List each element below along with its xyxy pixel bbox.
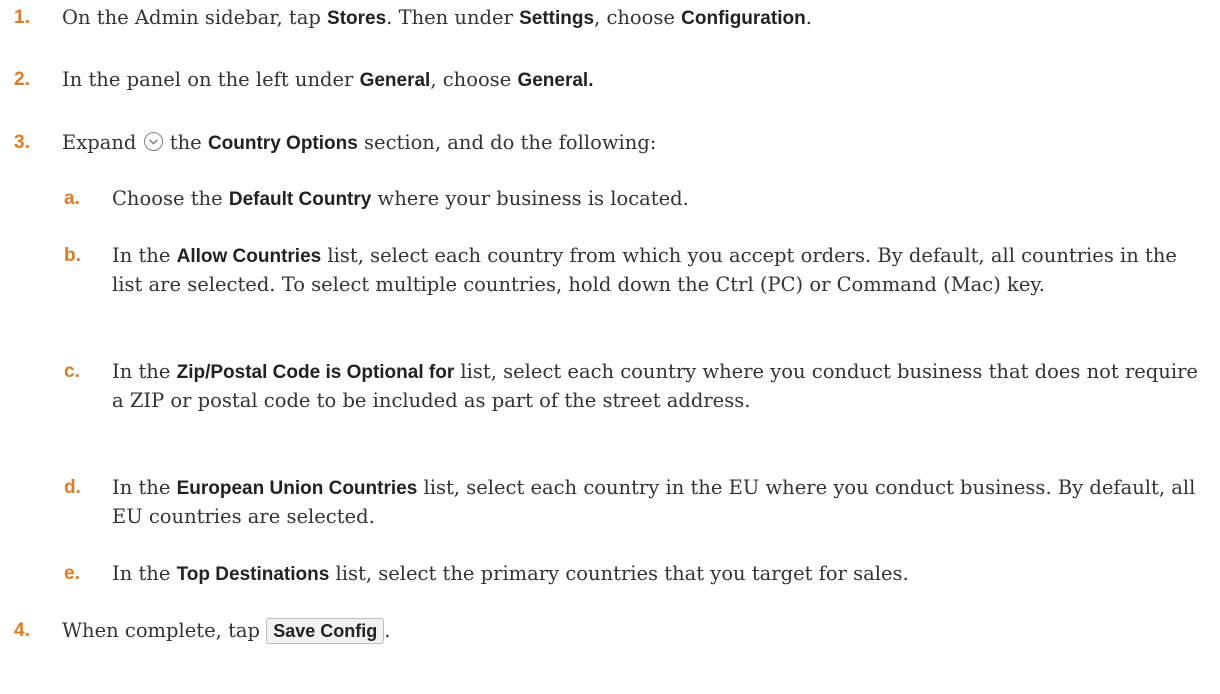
text-run: In the panel on the left under <box>62 68 360 91</box>
text-run: Choose the <box>112 187 229 210</box>
substep-text: In the European Union Countries list, se… <box>112 474 1212 531</box>
substep-text: In the Zip/Postal Code is Optional for l… <box>112 358 1212 415</box>
text-run: In the <box>112 360 177 383</box>
ui-term: Country Options <box>207 133 358 154</box>
substep-letter: c. <box>64 361 80 382</box>
text-run: list, select the primary countries that … <box>329 562 909 585</box>
text-run: , choose <box>594 6 682 29</box>
ui-term: Settings <box>519 8 595 29</box>
text-run: where your business is located. <box>371 187 689 210</box>
text-run: . <box>384 619 391 642</box>
substep-letter: b. <box>64 245 81 266</box>
step-text: In the panel on the left under General, … <box>62 66 1202 95</box>
step-number: 3. <box>14 132 30 153</box>
ui-term: Zip/Postal Code is Optional for <box>176 362 455 383</box>
step-number: 2. <box>14 69 30 90</box>
substep-text: In the Top Destinations list, select the… <box>112 560 1212 589</box>
substep-text: Choose the Default Country where your bu… <box>112 185 1212 214</box>
ui-term: General. <box>517 70 594 91</box>
text-run: On the Admin sidebar, tap <box>62 6 328 29</box>
ui-term: Top Destinations <box>176 564 330 585</box>
ui-term: General <box>359 70 431 91</box>
ui-term: Configuration <box>681 8 806 29</box>
substep-letter: d. <box>64 477 81 498</box>
text-run: In the <box>112 476 177 499</box>
ui-term: European Union Countries <box>176 478 418 499</box>
ui-term: Default Country <box>228 189 372 210</box>
text-run: , choose <box>430 68 518 91</box>
text-run: section, and do the following: <box>357 131 657 154</box>
text-run: In the <box>112 244 177 267</box>
text-run: . <box>805 6 812 29</box>
text-run: . Then under <box>386 6 520 29</box>
text-run: Expand <box>62 131 143 154</box>
save-config-button[interactable]: Save Config <box>266 618 385 644</box>
substep-letter: a. <box>64 188 80 209</box>
step-number: 4. <box>14 620 30 641</box>
step-number: 1. <box>14 7 30 28</box>
step-text: When complete, tap Save Config. <box>62 617 1202 645</box>
substep-letter: e. <box>64 563 80 584</box>
step-text: On the Admin sidebar, tap Stores. Then u… <box>62 4 1202 33</box>
instructions-page: 1. On the Admin sidebar, tap Stores. The… <box>0 0 1220 694</box>
ui-term: Allow Countries <box>176 246 322 267</box>
step-text: Expand the Country Options section, and … <box>62 129 1202 158</box>
expand-icon <box>143 132 163 151</box>
text-run: the <box>163 131 208 154</box>
ui-term: Stores <box>327 8 387 29</box>
text-run: When complete, tap <box>62 619 267 642</box>
substep-text: In the Allow Countries list, select each… <box>112 242 1212 299</box>
text-run: In the <box>112 562 177 585</box>
